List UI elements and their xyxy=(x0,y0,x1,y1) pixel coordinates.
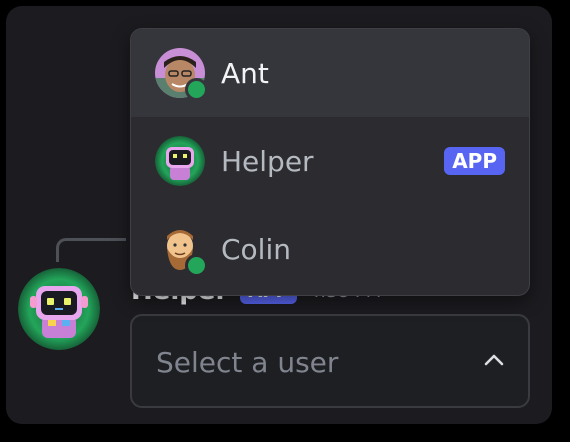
online-status-icon xyxy=(185,78,208,101)
user-select[interactable]: Select a user xyxy=(130,314,530,408)
message-panel: Helper APP 4:38 PM Select a user xyxy=(6,6,552,424)
app-badge: APP xyxy=(444,147,505,175)
ant-avatar xyxy=(155,48,208,101)
user-select-dropdown: Ant Helper APP Colin xyxy=(130,28,530,296)
option-ant[interactable]: Ant xyxy=(131,29,529,117)
select-placeholder: Select a user xyxy=(156,346,339,379)
option-label: Colin xyxy=(221,232,291,266)
option-label: Ant xyxy=(221,56,269,90)
option-label: Helper xyxy=(221,144,314,178)
reply-connector xyxy=(56,238,126,262)
robot-avatar xyxy=(155,136,205,186)
helper-bot-avatar[interactable] xyxy=(18,268,100,350)
option-helper[interactable]: Helper APP xyxy=(131,117,529,205)
bearded-man-avatar xyxy=(155,224,208,277)
online-status-icon xyxy=(185,254,208,277)
option-colin[interactable]: Colin xyxy=(131,205,529,293)
robot-icon xyxy=(18,268,100,350)
chevron-up-icon[interactable] xyxy=(482,348,506,372)
